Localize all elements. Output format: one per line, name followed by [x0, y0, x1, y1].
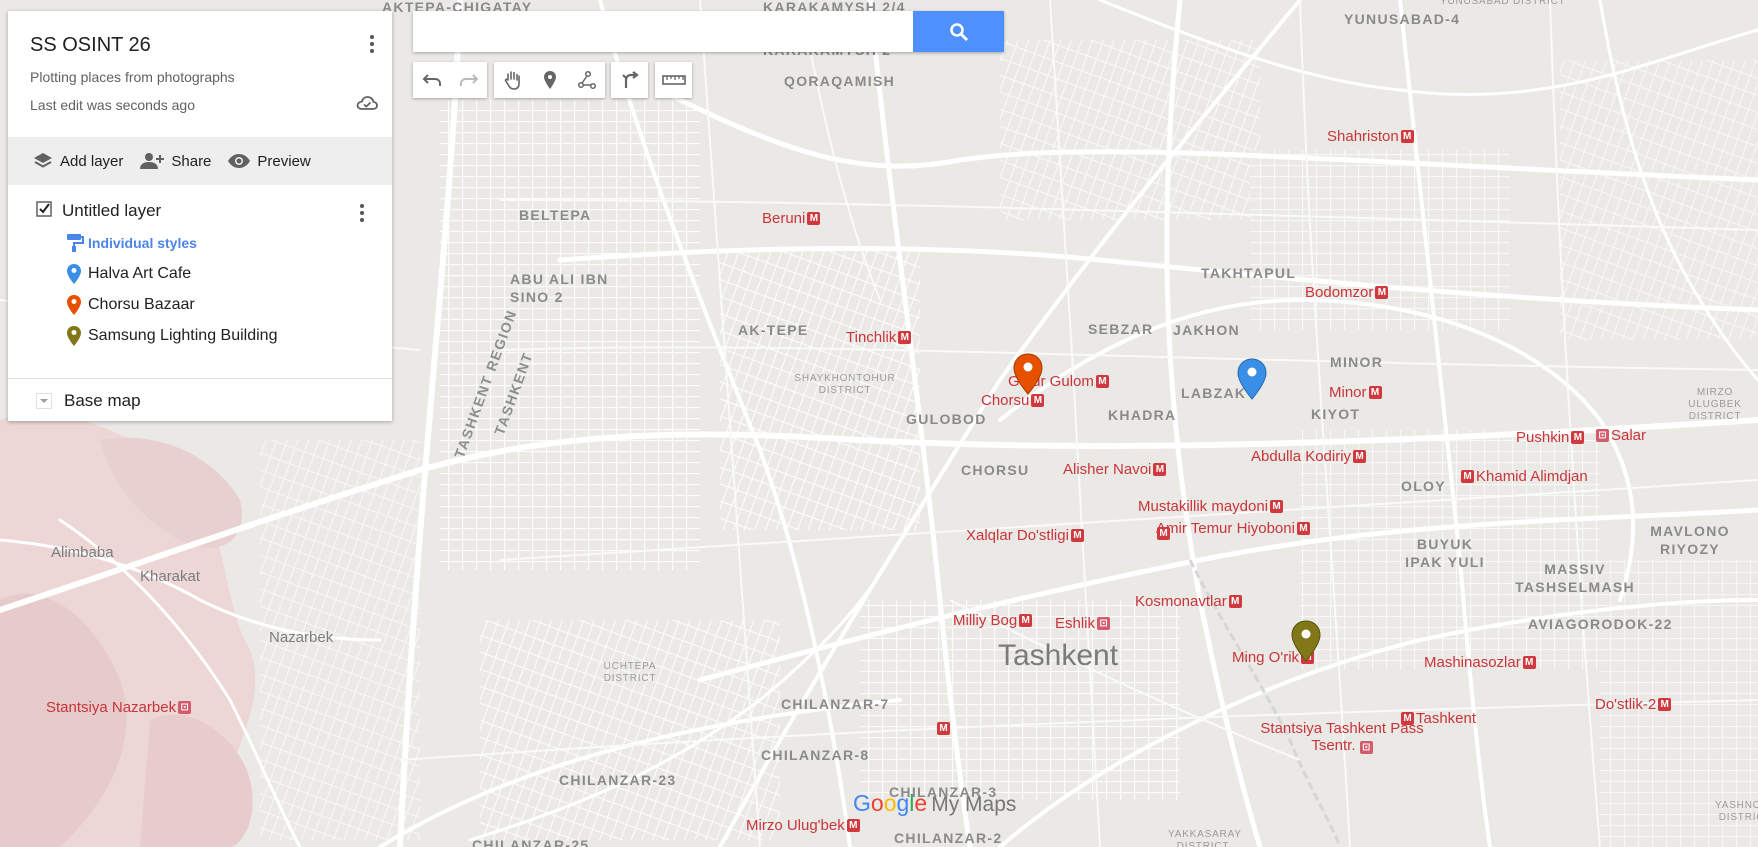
place-name: Chorsu Bazaar [88, 296, 195, 313]
last-edit-status: Last edit was seconds ago [30, 97, 195, 113]
individual-styles-link[interactable]: Individual styles [66, 233, 197, 253]
google-my-maps-logo: Google My Maps [853, 790, 1016, 817]
drawing-tool-group [494, 62, 605, 98]
map-description[interactable]: Plotting places from photographs [30, 69, 235, 85]
place-item[interactable]: Halva Art Cafe [66, 263, 191, 285]
my-maps-text: My Maps [931, 793, 1017, 816]
redo-button[interactable] [450, 62, 487, 98]
marker-halva-art-cafe[interactable] [1237, 358, 1267, 400]
paint-roller-icon [67, 234, 84, 252]
map-options-menu-icon[interactable] [362, 32, 382, 56]
hand-icon [504, 71, 520, 90]
map-title[interactable]: SS OSINT 26 [30, 34, 151, 57]
panel-toolbar: Add layer Share Preview [8, 137, 392, 185]
place-name: Halva Art Cafe [88, 265, 192, 282]
place-item[interactable]: Samsung Lighting Building [66, 325, 277, 347]
google-logo-text: Google [853, 790, 928, 816]
base-map-toggle[interactable]: Base map [36, 391, 141, 411]
preview-button[interactable]: Preview [227, 152, 311, 170]
search-input[interactable] [413, 11, 913, 52]
marker-chorsu-bazaar[interactable] [1013, 353, 1043, 395]
blue-pin-icon [67, 264, 81, 284]
orange-pin-icon [67, 295, 81, 315]
add-marker-tool[interactable] [531, 62, 568, 98]
olive-pin-icon [67, 326, 81, 346]
map-legend-panel: SS OSINT 26 Plotting places from photogr… [8, 11, 392, 421]
undo-button[interactable] [413, 62, 450, 98]
panel-divider [8, 378, 392, 379]
base-map-label: Base map [64, 391, 141, 410]
individual-styles-label: Individual styles [88, 235, 197, 251]
eye-icon [228, 154, 251, 168]
search-button[interactable] [913, 11, 1004, 52]
layer-options-menu-icon[interactable] [352, 201, 372, 225]
measure-tool[interactable] [655, 62, 692, 98]
marker-icon [543, 71, 556, 89]
draw-line-tool[interactable] [568, 62, 605, 98]
add-person-icon [140, 153, 165, 169]
add-layer-button[interactable]: Add layer [32, 151, 123, 171]
ruler-icon [661, 75, 686, 85]
directions-tool-group [611, 62, 648, 98]
dropdown-arrow-icon [36, 393, 52, 409]
search-bar [413, 11, 1004, 52]
directions-icon [621, 71, 639, 88]
layers-icon [34, 153, 52, 168]
place-item[interactable]: Chorsu Bazaar [66, 294, 195, 316]
cloud-saved-icon [356, 96, 378, 110]
add-directions-tool[interactable] [611, 62, 648, 98]
select-pan-tool[interactable] [494, 62, 531, 98]
undo-icon [422, 74, 441, 86]
share-button[interactable]: Share [139, 152, 211, 170]
marker-samsung-lighting-building[interactable] [1291, 620, 1321, 662]
history-tool-group [413, 62, 487, 98]
draw-line-icon [577, 70, 596, 90]
layer-visibility-checkbox[interactable] [36, 201, 52, 217]
place-name: Samsung Lighting Building [88, 327, 278, 344]
preview-label: Preview [257, 152, 311, 170]
layer-name[interactable]: Untitled layer [62, 201, 161, 221]
search-icon [949, 22, 968, 41]
add-layer-label: Add layer [60, 152, 124, 170]
measure-tool-group [655, 62, 692, 98]
redo-icon [459, 74, 478, 86]
share-label: Share [171, 152, 212, 170]
